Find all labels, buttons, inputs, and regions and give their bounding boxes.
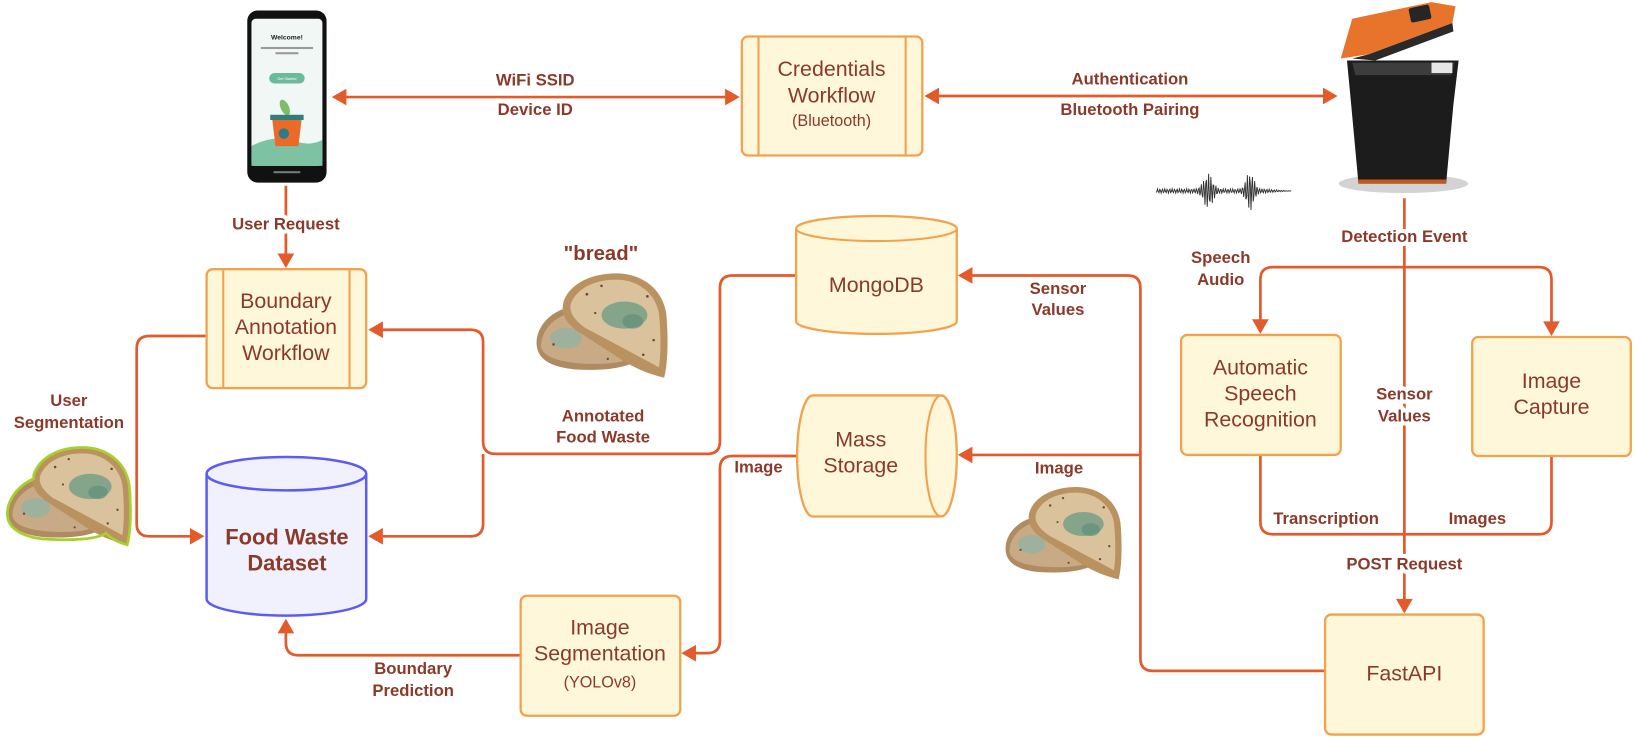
edge-label-sensor-values-bin: Values: [1378, 407, 1431, 426]
arrowhead-right-icon: [1322, 87, 1338, 105]
arrowhead-right-icon: [189, 527, 205, 545]
edge-label-sensor-values-db: Values: [1032, 300, 1085, 319]
edge-label-sensor-values-bin: Sensor: [1376, 385, 1433, 404]
node-label: Annotation: [235, 315, 337, 339]
edge-label-speech-audio: Audio: [1197, 270, 1244, 289]
connector-mongodb-dataset: [381, 453, 485, 538]
node-label: Boundary: [240, 289, 332, 313]
edge-label-device-id: Device ID: [498, 100, 573, 119]
connector-boundary-dataset: [135, 334, 207, 538]
node-label: Storage: [823, 454, 898, 478]
node-subtitle: (YOLOv8): [564, 674, 637, 692]
node-label: Speech: [1224, 382, 1297, 406]
node-label: FastAPI: [1366, 661, 1442, 685]
node-label: MongoDB: [829, 273, 924, 297]
node-image-segmentation: Image Segmentation (YOLOv8): [519, 594, 682, 717]
edge-label-transcription: Transcription: [1273, 509, 1379, 528]
arrowhead-right-icon: [725, 88, 740, 106]
arrowhead-left-icon: [331, 88, 347, 106]
phone-app-image: Welcome! Get Started: [247, 10, 327, 183]
node-label: Food Waste: [225, 525, 348, 550]
node-image-capture: Image Capture: [1471, 335, 1632, 458]
phone-bin-rim: [270, 114, 304, 121]
phone-bin-logo-icon: [278, 128, 290, 139]
edge-label-image-from-storage: Image: [734, 458, 782, 477]
node-label: Image: [570, 615, 629, 639]
segmented-sample-image: [6, 446, 132, 547]
phone-subtext-line: [275, 52, 299, 55]
node-label: Dataset: [247, 551, 327, 576]
segmented-sample-photo: [8, 447, 131, 545]
edge-label-annotated-food-waste: Food Waste: [556, 427, 650, 446]
edge-label-images: Images: [1449, 509, 1507, 528]
connector-bin-asr: [1259, 265, 1405, 321]
node-label: Image: [1522, 369, 1581, 393]
annotated-sample-image: [536, 273, 668, 378]
connector-mass-storage-segmentation: [694, 454, 798, 655]
edge-label-boundary-prediction: Prediction: [372, 681, 454, 700]
bin-body: [1346, 60, 1459, 184]
node-automatic-speech-recognition: Automatic Speech Recognition: [1179, 333, 1342, 457]
edge-label-user-segmentation: Segmentation: [14, 413, 124, 432]
edge-label-wifi-ssid: WiFi SSID: [496, 71, 575, 90]
bin-base-trim: [1358, 179, 1447, 184]
node-label: Credentials: [778, 57, 886, 81]
connector-bin-image-capture: [1404, 265, 1553, 323]
arrowhead-down-icon: [1396, 598, 1413, 614]
annotation-caption-bread: "bread": [564, 243, 639, 265]
arrowhead-left-icon: [681, 644, 696, 662]
node-label: Workflow: [242, 341, 330, 365]
connector-segmentation-dataset: [284, 632, 521, 657]
node-boundary-annotation-workflow: Boundary Annotation Workflow: [205, 268, 368, 390]
node-mass-storage: Mass Storage: [795, 394, 958, 518]
arrowhead-left-icon: [957, 446, 973, 464]
audio-waveform-icon: [1155, 173, 1292, 210]
node-label: Capture: [1513, 395, 1589, 419]
edge-label-authentication: Authentication: [1072, 70, 1189, 89]
phone-get-started-label: Get Started: [277, 77, 296, 81]
edge-label-detection-event: Detection Event: [1341, 227, 1468, 246]
node-food-waste-dataset: Food Waste Dataset: [205, 455, 368, 617]
node-credentials-workflow: Credentials Workflow (Bluetooth): [740, 35, 924, 157]
arrowhead-down-icon: [277, 253, 295, 269]
arrowhead-up-icon: [277, 618, 295, 634]
edge-label-bluetooth-pairing: Bluetooth Pairing: [1060, 100, 1199, 119]
arrowhead-left-icon: [924, 87, 940, 105]
edge-label-image-to-storage: Image: [1035, 459, 1083, 478]
arrowhead-left-icon: [368, 527, 383, 545]
system-architecture-diagram: Welcome! Get Started Credentials Workflo…: [6, 2, 1632, 736]
edge-label-user-segmentation: User: [50, 391, 88, 410]
arrowhead-down-icon: [1543, 321, 1560, 336]
edge-label-user-request: User Request: [232, 215, 340, 234]
edge-label-sensor-values-db: Sensor: [1030, 279, 1087, 298]
phone-home-bar: [273, 171, 301, 174]
smart-bin-image: [1338, 2, 1469, 194]
node-mongodb: MongoDB: [794, 214, 958, 336]
node-label: Recognition: [1204, 408, 1317, 432]
node-label: Mass: [835, 428, 886, 452]
bin-inner-liner: [1431, 62, 1453, 74]
node-label: Segmentation: [534, 641, 666, 665]
node-fastapi: FastAPI: [1323, 613, 1485, 736]
captured-sample-image: [1005, 487, 1122, 580]
phone-subtext-line: [260, 46, 314, 50]
node-label: Automatic: [1213, 356, 1308, 380]
phone-welcome-heading: Welcome!: [271, 35, 303, 42]
edge-label-post-request: POST Request: [1346, 555, 1462, 574]
node-label: Workflow: [788, 83, 876, 107]
arrowhead-left-icon: [957, 267, 973, 284]
arrowhead-left-icon: [368, 321, 383, 339]
node-subtitle: (Bluetooth): [792, 112, 871, 130]
edge-label-boundary-prediction: Boundary: [374, 659, 453, 678]
edge-label-annotated-food-waste: Annotated: [562, 407, 645, 426]
edge-label-speech-audio: Speech: [1191, 248, 1250, 267]
arrowhead-down-icon: [1252, 319, 1269, 334]
